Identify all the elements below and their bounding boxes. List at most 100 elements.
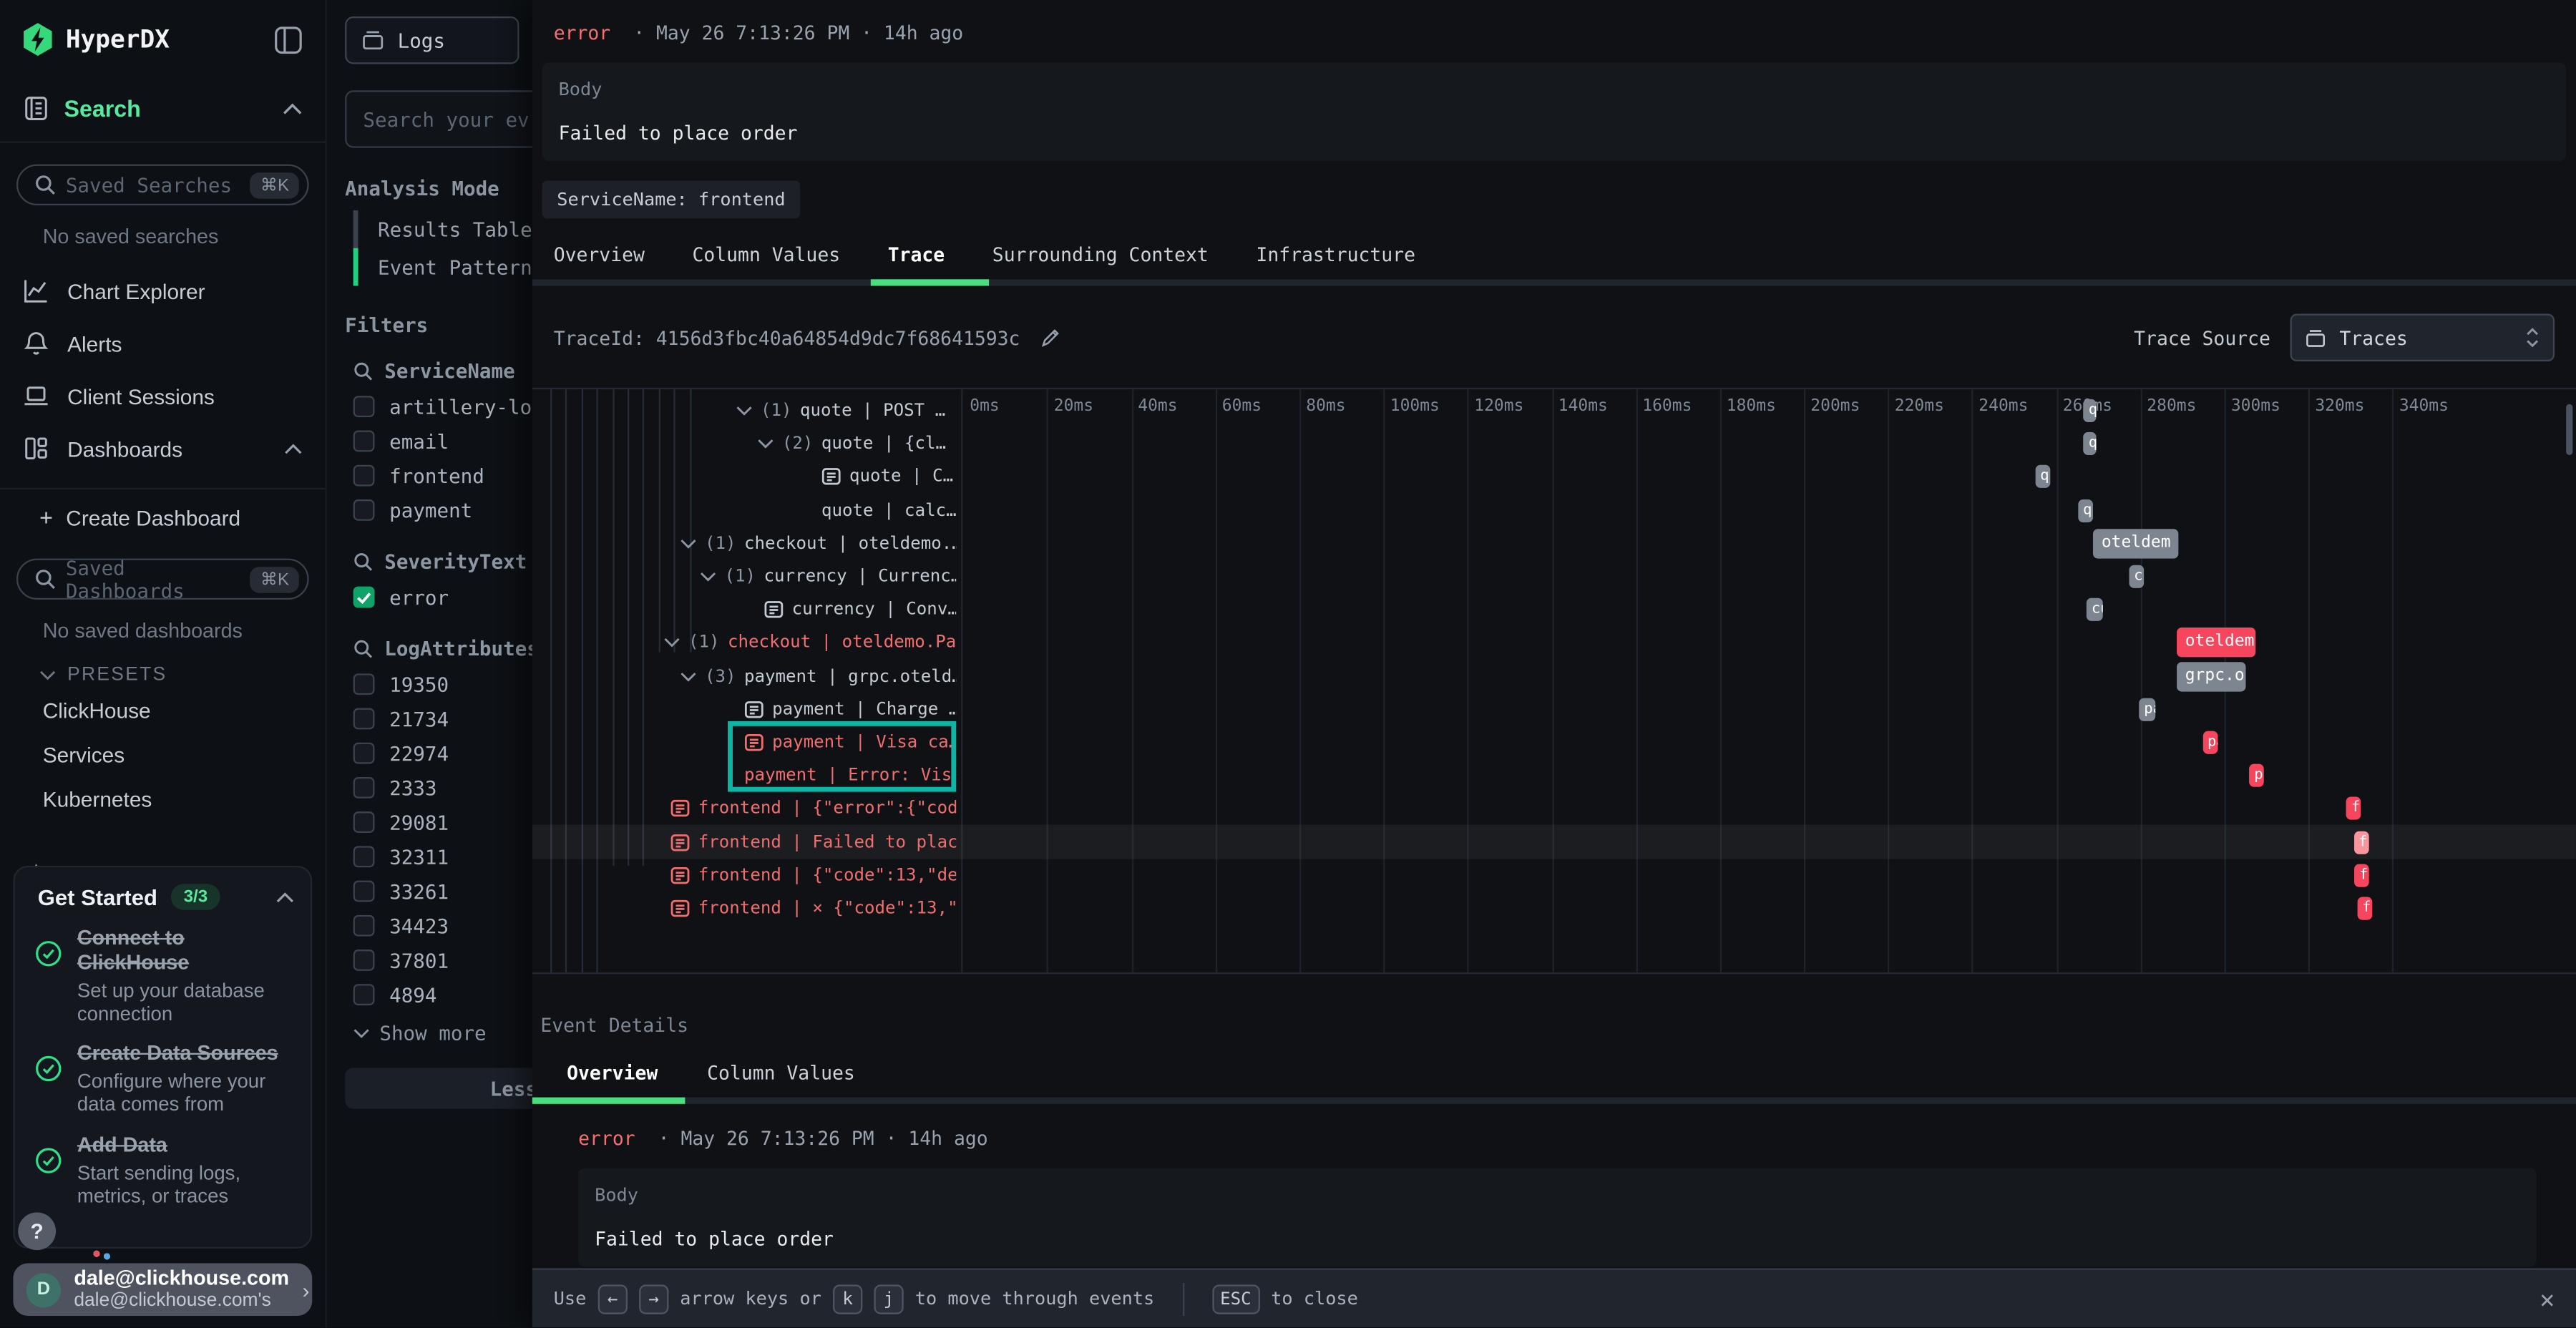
span-row-label[interactable]: currency | Conv… bbox=[764, 593, 957, 626]
span-row-label[interactable]: (3)payment | grpc.oteld… bbox=[680, 660, 957, 693]
footer-text: arrow keys or bbox=[680, 1288, 821, 1309]
source-selector-button[interactable]: Logs bbox=[345, 16, 519, 64]
time-gridline bbox=[2393, 389, 2394, 972]
span-duration-bar[interactable]: frontend | {"code":13,"det… bbox=[2354, 864, 2368, 887]
sidebar-item-client-sessions[interactable]: Client Sessions bbox=[0, 370, 326, 422]
ed-tab-column-values[interactable]: Column Values bbox=[707, 1061, 855, 1084]
span-row-label[interactable]: (2)quote | {cl… bbox=[757, 427, 956, 460]
chevron-down-icon[interactable] bbox=[664, 638, 680, 648]
checkbox[interactable] bbox=[353, 915, 375, 937]
span-duration-bar[interactable]: payment | Visa ca… bbox=[2202, 731, 2218, 754]
span-duration-bar[interactable]: frontend | × {"code":13,"d… bbox=[2357, 897, 2372, 920]
sidebar-item-alerts[interactable]: Alerts bbox=[0, 317, 326, 369]
span-row-label[interactable]: frontend | Failed to place… bbox=[670, 826, 956, 859]
span-duration-bar[interactable]: quote | {cl… bbox=[2084, 432, 2097, 455]
span-row-label[interactable]: (1)checkout | oteldemo.… bbox=[680, 527, 957, 560]
span-duration-bar[interactable]: currency | Currenc… bbox=[2129, 565, 2145, 588]
checkbox[interactable] bbox=[353, 984, 375, 1005]
saved-dashboards-input[interactable]: Saved Dashboards ⌘K bbox=[16, 559, 309, 600]
close-icon[interactable]: ✕ bbox=[2540, 1284, 2555, 1313]
tab-overview[interactable]: Overview bbox=[554, 243, 645, 266]
sidebar-item-dashboards[interactable]: Dashboards bbox=[0, 422, 326, 474]
trace-source-select[interactable]: Traces bbox=[2290, 314, 2555, 362]
scrollbar-thumb[interactable] bbox=[2566, 404, 2572, 455]
saved-searches-input[interactable]: Saved Searches ⌘K bbox=[16, 165, 309, 205]
span-duration-bar[interactable]: frontend | {"error":{"code… bbox=[2346, 797, 2360, 820]
span-row-label[interactable]: (1)quote | POST … bbox=[736, 394, 957, 427]
span-duration-bar[interactable]: quote | calc… bbox=[2078, 499, 2093, 522]
time-gridline bbox=[2308, 389, 2310, 972]
j-key[interactable]: j bbox=[874, 1284, 903, 1313]
span-row-label[interactable]: quote | calc… bbox=[821, 494, 956, 527]
span-duration-bar[interactable]: oteldem bbox=[2093, 529, 2178, 558]
tab-surrounding-context[interactable]: Surrounding Context bbox=[992, 243, 1209, 266]
get-started-step-sources[interactable]: Create Data Sources Configure where your… bbox=[28, 1042, 294, 1117]
checkbox[interactable] bbox=[353, 396, 375, 417]
tab-trace[interactable]: Trace bbox=[888, 243, 945, 266]
sidebar-item-chart-explorer[interactable]: Chart Explorer bbox=[0, 265, 326, 317]
checkbox[interactable] bbox=[353, 708, 375, 730]
k-key[interactable]: k bbox=[833, 1284, 862, 1313]
log-note-icon bbox=[764, 600, 784, 620]
edit-pencil-icon[interactable] bbox=[1040, 327, 1061, 348]
help-button[interactable]: ? bbox=[18, 1212, 56, 1250]
esc-key[interactable]: ESC bbox=[1212, 1284, 1260, 1313]
span-row-label[interactable]: (1)currency | Currenc… bbox=[700, 560, 956, 593]
chevron-down-icon[interactable] bbox=[680, 671, 697, 681]
span-duration-bar[interactable]: grpc.o bbox=[2177, 661, 2246, 690]
span-duration-bar[interactable]: currency | Conv… bbox=[2087, 598, 2102, 621]
span-duration-bar[interactable]: quote | POST … bbox=[2084, 399, 2097, 422]
service-name-chip[interactable]: ServiceName: frontend bbox=[542, 181, 801, 219]
get-started-step-connect[interactable]: Connect to ClickHouse Set up your databa… bbox=[28, 927, 294, 1025]
chevron-up-icon[interactable] bbox=[276, 892, 294, 903]
checkbox[interactable] bbox=[353, 811, 375, 833]
sidebar-section-search[interactable]: Search bbox=[0, 72, 326, 143]
sidebar-item-kubernetes[interactable]: Kubernetes bbox=[0, 777, 326, 821]
checkbox[interactable] bbox=[353, 743, 375, 764]
checkbox[interactable] bbox=[353, 846, 375, 867]
span-duration-bar[interactable]: payment | Error: Visa… bbox=[2249, 764, 2263, 787]
sidebar-item-clickhouse[interactable]: ClickHouse bbox=[0, 688, 326, 733]
checkbox[interactable] bbox=[353, 673, 375, 695]
tree-indent-guide bbox=[613, 389, 614, 866]
sidebar-item-label: Alerts bbox=[67, 331, 302, 356]
get-started-step-add-data[interactable]: Add Data Start sending logs, metrics, or… bbox=[28, 1133, 294, 1209]
checkbox[interactable] bbox=[353, 465, 375, 487]
span-row-label[interactable]: quote | C… bbox=[821, 461, 956, 494]
create-dashboard-button[interactable]: + Create Dashboard bbox=[0, 489, 326, 537]
span-row-label[interactable]: frontend | {"code":13,"det… bbox=[670, 859, 956, 892]
span-row-label[interactable]: frontend | {"error":{"code… bbox=[670, 793, 956, 826]
time-axis-tick: 120ms bbox=[1474, 398, 1523, 416]
user-account-button[interactable]: D dale@clickhouse.com dale@clickhouse.co… bbox=[13, 1264, 312, 1316]
sidebar-item-label: Client Sessions bbox=[67, 384, 302, 408]
chevron-up-icon[interactable] bbox=[283, 102, 303, 114]
span-duration-bar[interactable]: oteldem bbox=[2177, 628, 2256, 658]
chevron-down-icon[interactable] bbox=[700, 572, 716, 582]
tab-infrastructure[interactable]: Infrastructure bbox=[1256, 243, 1415, 266]
arrow-left-key[interactable]: ← bbox=[597, 1284, 627, 1313]
presets-section-toggle[interactable]: PRESETS bbox=[0, 645, 326, 688]
active-tab-underline bbox=[871, 279, 989, 285]
collapse-sidebar-icon[interactable] bbox=[274, 26, 302, 54]
span-duration-bar[interactable]: frontend | Failed to place… bbox=[2353, 831, 2369, 854]
tab-column-values[interactable]: Column Values bbox=[692, 243, 840, 266]
checkbox[interactable] bbox=[353, 949, 375, 971]
chevron-down-icon[interactable] bbox=[680, 539, 697, 549]
checkbox[interactable] bbox=[353, 587, 375, 608]
arrow-right-key[interactable]: → bbox=[639, 1284, 668, 1313]
checkbox[interactable] bbox=[353, 881, 375, 902]
span-duration-bar[interactable]: quote | C… bbox=[2035, 466, 2050, 489]
chevron-down-icon[interactable] bbox=[736, 406, 753, 416]
confetti-icon bbox=[92, 1249, 115, 1261]
span-row-label[interactable]: (1)checkout | oteldemo.Pa… bbox=[664, 627, 957, 660]
sidebar-item-services[interactable]: Services bbox=[0, 733, 326, 777]
log-note-icon bbox=[670, 899, 691, 919]
ed-tab-overview[interactable]: Overview bbox=[567, 1061, 658, 1084]
checkbox[interactable] bbox=[353, 499, 375, 521]
span-duration-bar[interactable]: payment | Charge … bbox=[2139, 698, 2155, 721]
span-row-label[interactable]: frontend | × {"code":13,"d… bbox=[670, 892, 956, 925]
checkbox[interactable] bbox=[353, 431, 375, 452]
checkbox[interactable] bbox=[353, 777, 375, 799]
chevron-down-icon[interactable] bbox=[757, 439, 774, 449]
drawer-tabs: Overview Column Values Trace Surrounding Co… bbox=[532, 218, 2576, 266]
